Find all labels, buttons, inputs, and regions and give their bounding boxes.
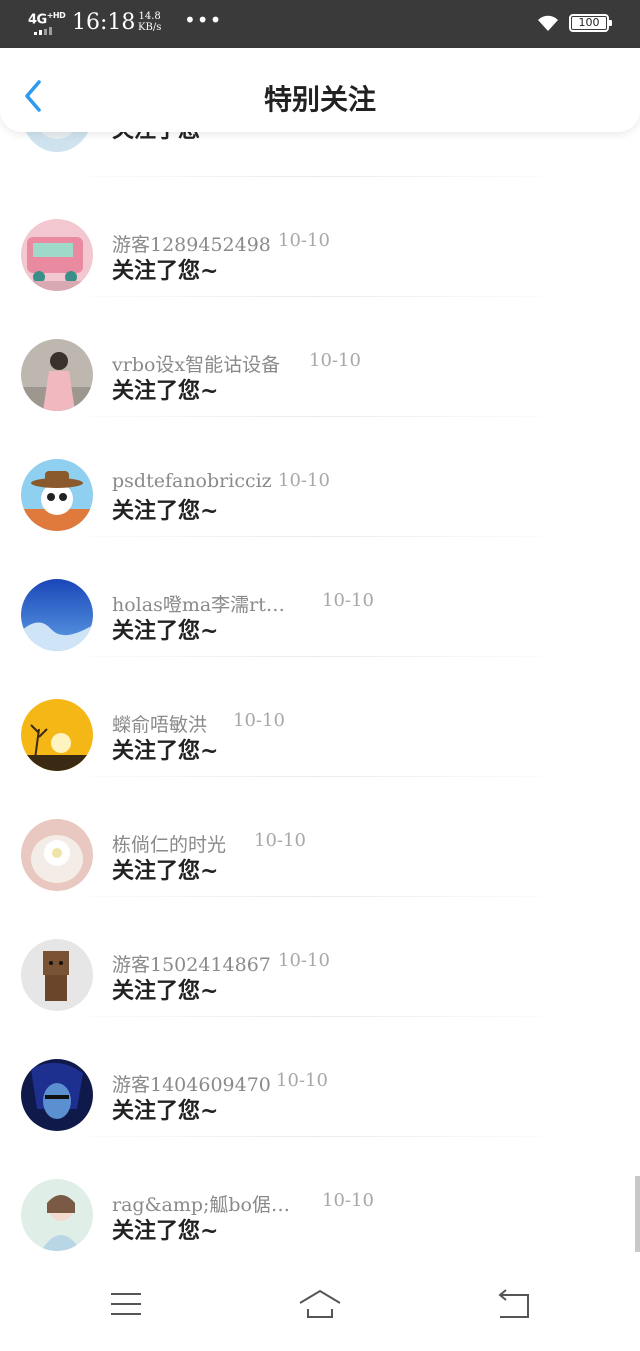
follow-message: 关注了您~ [112, 1098, 219, 1124]
menu-icon [111, 1293, 141, 1315]
system-nav-bar [0, 1255, 640, 1351]
sunset-avatar[interactable] [21, 699, 93, 771]
follow-date: 10-10 [278, 230, 330, 251]
status-bar: 4G+HD 16:18 14.8 KB/s ••• 100 [0, 0, 640, 48]
box-robot-avatar[interactable] [21, 939, 93, 1011]
follow-message: 关注了您~ [112, 378, 219, 404]
follower-list[interactable]: 关注了您~ 游客1289452498 10-10 关注了您~ [0, 57, 640, 1257]
follow-date: 10-10 [276, 1070, 328, 1091]
user-name[interactable]: psdtefanobricciz [112, 470, 272, 492]
follow-message: 关注了您~ [112, 978, 219, 1004]
follow-message: 关注了您~ [112, 498, 219, 524]
list-item[interactable]: psdtefanobricciz 10-10 关注了您~ [0, 417, 640, 537]
follow-message: 关注了您~ [112, 858, 219, 884]
follow-date: 10-10 [322, 590, 374, 611]
network-speed: 14.8 KB/s [138, 11, 162, 33]
follow-message: 关注了您~ [112, 258, 219, 284]
list-item[interactable]: vrbo设x智能诂设备 10-10 关注了您~ [0, 297, 640, 417]
menu-button[interactable] [104, 1289, 148, 1319]
panda-avatar[interactable] [21, 459, 93, 531]
status-time: 16:18 [72, 10, 136, 35]
follow-message: 关注了您~ [112, 1218, 219, 1244]
page-title: 特别关注 [263, 83, 376, 116]
list-item[interactable]: 栋倘仁的时光 10-10 关注了您~ [0, 777, 640, 897]
signal-icon [34, 27, 60, 35]
follow-date: 10-10 [278, 950, 330, 971]
bus-avatar[interactable] [21, 219, 93, 291]
list-item[interactable]: 游客1404609470 10-10 关注了您~ [0, 1017, 640, 1137]
more-notifications-icon: ••• [184, 8, 223, 32]
follow-date: 10-10 [309, 350, 361, 371]
follow-date: 10-10 [322, 1190, 374, 1211]
page-header: 特别关注 [0, 48, 640, 132]
home-icon [299, 1289, 341, 1318]
follow-date: 10-10 [233, 710, 285, 731]
back-nav-button[interactable] [492, 1289, 536, 1319]
home-button[interactable] [298, 1289, 342, 1319]
list-item[interactable]: 蠑俞唔敏洪 10-10 关注了您~ [0, 657, 640, 777]
follow-date: 10-10 [254, 830, 306, 851]
flower-cup-avatar[interactable] [21, 819, 93, 891]
list-item[interactable]: holas噔ma李濡rt… 10-10 关注了您~ [0, 537, 640, 657]
follow-message: 关注了您~ [112, 618, 219, 644]
girl-portrait-avatar[interactable] [21, 1179, 93, 1251]
scrollbar[interactable] [635, 1176, 640, 1252]
battery-level: 100 [578, 16, 600, 29]
follow-message: 关注了您~ [112, 738, 219, 764]
battery-icon: 100 [569, 14, 612, 32]
anime-avatar[interactable] [21, 1059, 93, 1131]
back-arrow-icon [498, 1289, 529, 1318]
list-item[interactable]: 游客1502414867 10-10 关注了您~ [0, 897, 640, 1017]
list-item[interactable]: rag&amp;觚bo倨… 10-10 关注了您~ [0, 1137, 640, 1257]
follow-date: 10-10 [278, 470, 330, 491]
wifi-icon [538, 15, 558, 31]
girl-pink-avatar[interactable] [21, 339, 93, 411]
network-indicator: 4G+HD [28, 11, 66, 28]
blue-sea-avatar[interactable] [21, 579, 93, 651]
list-item[interactable]: 游客1289452498 10-10 关注了您~ [0, 177, 640, 297]
